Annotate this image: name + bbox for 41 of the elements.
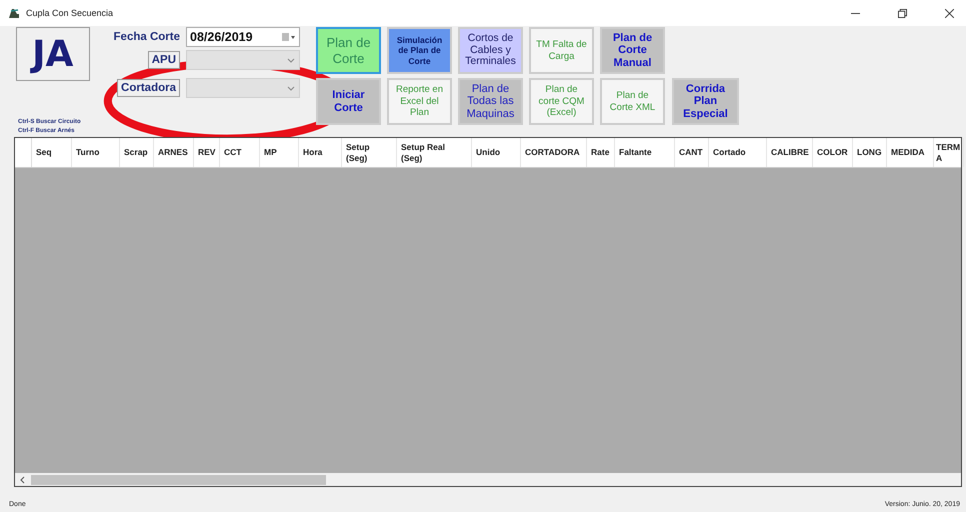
column-header[interactable]: CORTADORA <box>521 138 587 167</box>
logo: JA <box>16 27 90 81</box>
action-button[interactable]: Plan de Corte Manual <box>600 27 665 74</box>
app-icon <box>8 7 20 19</box>
column-header[interactable]: Unido <box>472 138 521 167</box>
horizontal-scrollbar[interactable] <box>15 473 961 486</box>
column-header[interactable]: Rate <box>587 138 615 167</box>
column-header[interactable]: LONG <box>853 138 887 167</box>
calendar-dropdown-icon[interactable] <box>282 33 296 41</box>
column-header[interactable]: Setup (Seg) <box>342 138 397 167</box>
column-header[interactable]: CANT <box>675 138 709 167</box>
action-button[interactable]: Corrida Plan Especial <box>672 78 739 125</box>
close-icon[interactable] <box>945 8 954 18</box>
field-label: Fecha Corte <box>114 31 180 43</box>
column-header[interactable]: MP <box>260 138 299 167</box>
column-header[interactable]: Setup Real (Seg) <box>397 138 472 167</box>
window-title: Cupla Con Secuencia <box>26 8 114 18</box>
action-button[interactable]: Plan de Todas las Maquinas <box>458 78 523 125</box>
column-header[interactable]: ARNES <box>154 138 194 167</box>
column-header[interactable]: Hora <box>299 138 342 167</box>
scroll-left-icon[interactable] <box>20 476 26 484</box>
column-header[interactable]: CALIBRE <box>767 138 813 167</box>
column-header[interactable]: Cortado <box>709 138 767 167</box>
action-button[interactable]: Iniciar Corte <box>316 78 381 125</box>
restore-icon[interactable] <box>898 8 907 18</box>
column-header[interactable]: TERM A <box>934 138 964 167</box>
column-header[interactable]: Turno <box>72 138 120 167</box>
column-header[interactable]: Seq <box>32 138 72 167</box>
chevron-down-icon <box>287 58 295 62</box>
date-field[interactable]: 08/26/2019 <box>186 27 300 47</box>
column-header[interactable]: Scrap <box>120 138 154 167</box>
action-button[interactable]: Cortos de Cables y Terminales <box>458 27 523 74</box>
column-header[interactable]: MEDIDA <box>887 138 934 167</box>
column-header[interactable]: COLOR <box>813 138 853 167</box>
action-button[interactable]: Simulación de Plan de Corte <box>387 27 452 74</box>
filter-button[interactable]: Cortadora <box>117 79 180 97</box>
chevron-down-icon <box>287 86 295 90</box>
filter-button[interactable]: APU <box>148 51 180 69</box>
column-header[interactable]: Faltante <box>615 138 675 167</box>
column-header[interactable]: CCT <box>220 138 260 167</box>
column-header[interactable]: REV <box>194 138 220 167</box>
